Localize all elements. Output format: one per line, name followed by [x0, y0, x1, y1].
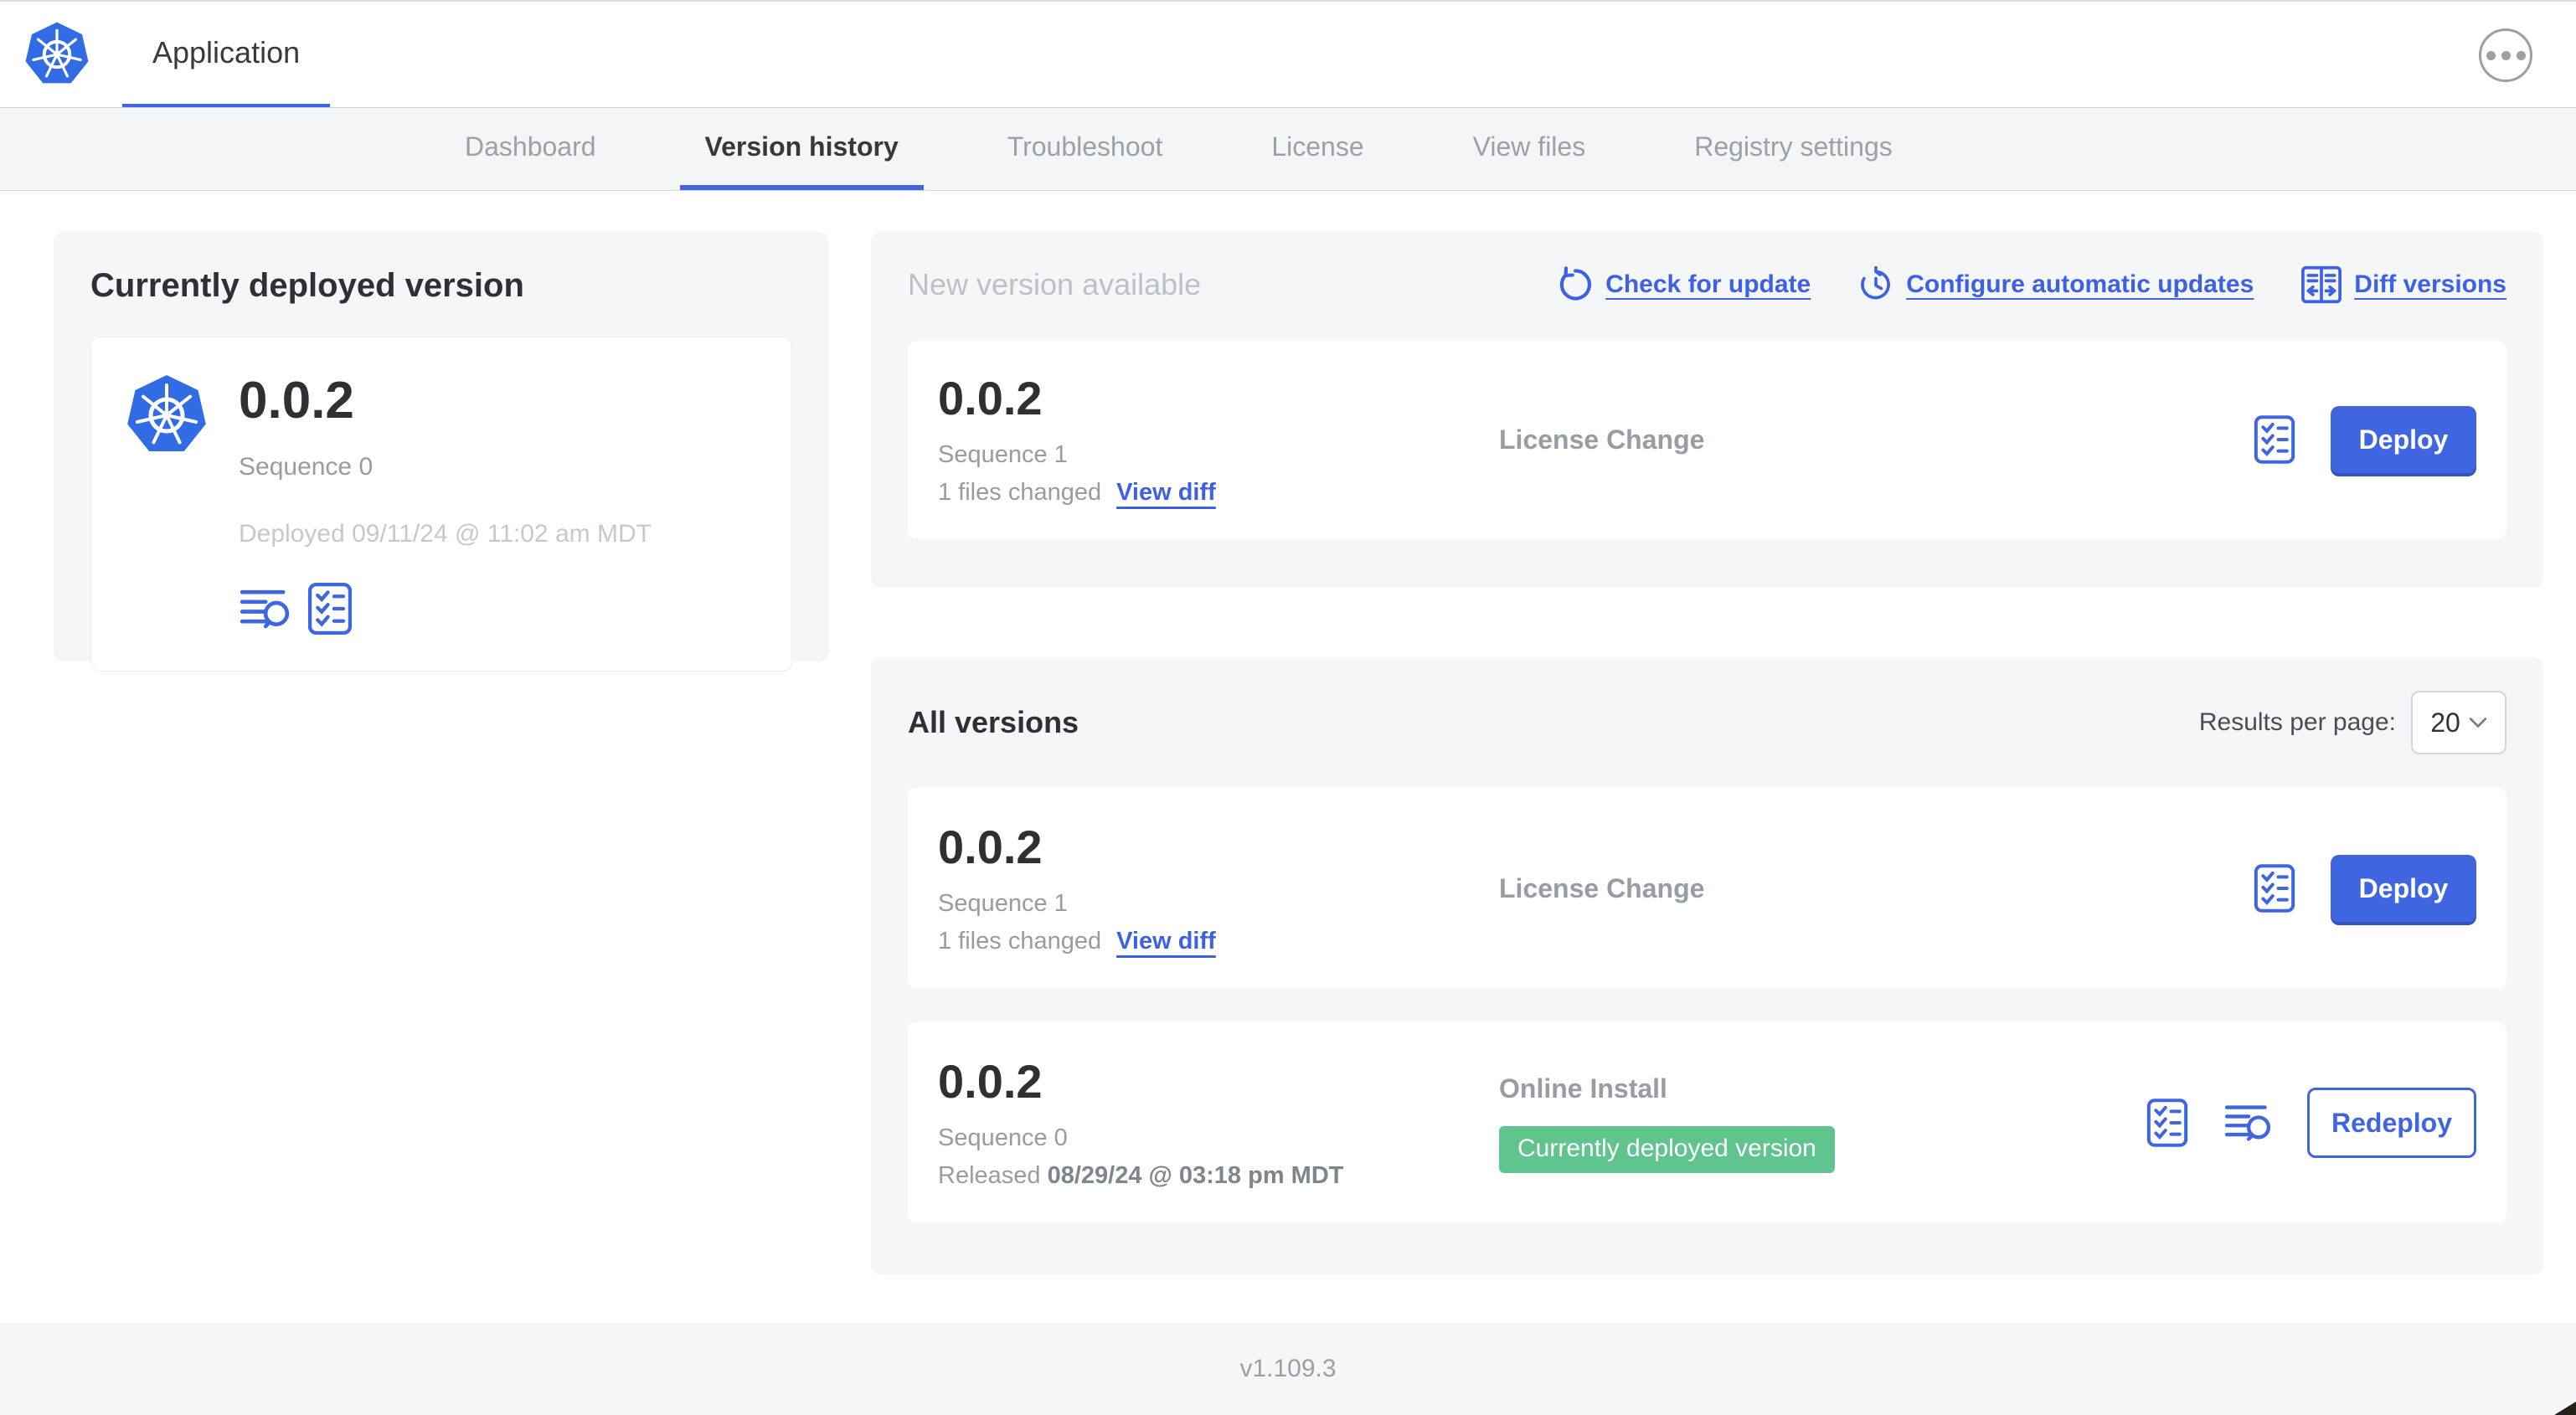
tab-registry-settings[interactable]: Registry settings: [1669, 108, 1918, 190]
configure-automatic-updates-label: Configure automatic updates: [1906, 270, 2254, 298]
check-for-update-link[interactable]: Check for update: [1557, 266, 1811, 303]
top-header: Application: [0, 0, 2576, 109]
configure-automatic-updates-link[interactable]: Configure automatic updates: [1857, 266, 2254, 303]
tab-view-files[interactable]: View files: [1448, 108, 1611, 190]
app-nav-tabs: Dashboard Version history Troubleshoot L…: [0, 107, 2576, 191]
release-notes-checklist-icon[interactable]: [2254, 863, 2295, 913]
deployed-timestamp: Deployed 09/11/24 @ 11:02 am MDT: [239, 520, 652, 548]
app-tab-application[interactable]: Application: [122, 2, 331, 109]
deploy-button[interactable]: Deploy: [2331, 855, 2476, 922]
view-diff-link[interactable]: View diff: [1116, 928, 1216, 955]
footer: v1.109.3: [0, 1323, 2576, 1415]
currently-deployed-badge: Currently deployed version: [1499, 1125, 1835, 1173]
version-number: 0.0.2: [938, 372, 1043, 425]
deployed-version-number: 0.0.2: [239, 372, 354, 430]
version-source: License Change: [1499, 424, 1705, 455]
version-sequence: Sequence 1: [938, 440, 1068, 468]
kubernetes-logo-icon: [23, 20, 90, 89]
app-title: Application: [152, 35, 301, 69]
release-notes-checklist-icon[interactable]: [307, 582, 353, 635]
tab-dashboard[interactable]: Dashboard: [440, 108, 621, 190]
all-versions-title: All versions: [908, 705, 1079, 739]
currently-deployed-title: Currently deployed version: [90, 267, 524, 304]
version-number: 0.0.2: [938, 821, 1043, 874]
release-notes-checklist-icon[interactable]: [2146, 1098, 2188, 1148]
version-number: 0.0.2: [938, 1055, 1043, 1109]
console-version: v1.109.3: [1239, 1355, 1337, 1382]
results-per-page-label: Results per page:: [2198, 708, 2396, 736]
all-versions-section: All versions Results per page: 20 0.0.2 …: [871, 657, 2543, 1274]
tab-license[interactable]: License: [1246, 108, 1388, 190]
logs-icon[interactable]: [2223, 1101, 2272, 1145]
ellipsis-icon: [2486, 50, 2496, 60]
results-per-page-value: 20: [2430, 707, 2460, 738]
diff-icon: [2300, 265, 2342, 304]
results-per-page-select[interactable]: 20: [2411, 691, 2506, 754]
released-timestamp: Released 08/29/24 @ 03:18 pm MDT: [938, 1161, 1344, 1189]
main-content: Currently deployed version 0.0.2 Sequenc…: [0, 193, 2576, 1323]
redeploy-button[interactable]: Redeploy: [2307, 1088, 2476, 1158]
clock-arrow-icon: [1857, 266, 1894, 303]
version-row: 0.0.2 Sequence 0 Released 08/29/24 @ 03:…: [908, 1022, 2506, 1223]
chevron-down-icon: [2469, 717, 2487, 728]
files-changed-text: 1 files changed: [938, 927, 1102, 954]
deploy-button[interactable]: Deploy: [2331, 406, 2476, 473]
check-for-update-label: Check for update: [1605, 270, 1811, 298]
version-source: License Change: [1499, 872, 1705, 903]
release-notes-checklist-icon[interactable]: [2254, 414, 2295, 465]
overflow-menu-button[interactable]: [2479, 28, 2532, 82]
files-changed-text: 1 files changed: [938, 478, 1102, 506]
new-version-row: 0.0.2 Sequence 1 1 files changed View di…: [908, 341, 2506, 538]
kubernetes-app-icon: [125, 373, 209, 458]
deployed-version-card: 0.0.2 Sequence 0 Deployed 09/11/24 @ 11:…: [90, 337, 792, 672]
version-row: 0.0.2 Sequence 1 1 files changed View di…: [908, 788, 2506, 989]
diff-versions-link[interactable]: Diff versions: [2300, 265, 2506, 304]
version-sequence: Sequence 0: [938, 1124, 1068, 1151]
new-version-title: New version available: [908, 267, 1202, 301]
logs-icon[interactable]: [239, 585, 291, 632]
tab-version-history[interactable]: Version history: [679, 108, 924, 190]
view-diff-link[interactable]: View diff: [1116, 479, 1216, 507]
diff-versions-label: Diff versions: [2354, 270, 2506, 298]
version-sequence: Sequence 1: [938, 889, 1068, 917]
currently-deployed-card: Currently deployed version 0.0.2 Sequenc…: [54, 232, 829, 672]
new-version-section: New version available Check for update C…: [871, 232, 2543, 588]
refresh-icon: [1557, 266, 1594, 303]
deployed-sequence: Sequence 0: [239, 453, 374, 481]
tab-troubleshoot[interactable]: Troubleshoot: [982, 108, 1188, 190]
version-source: Online Install: [1499, 1073, 1667, 1104]
